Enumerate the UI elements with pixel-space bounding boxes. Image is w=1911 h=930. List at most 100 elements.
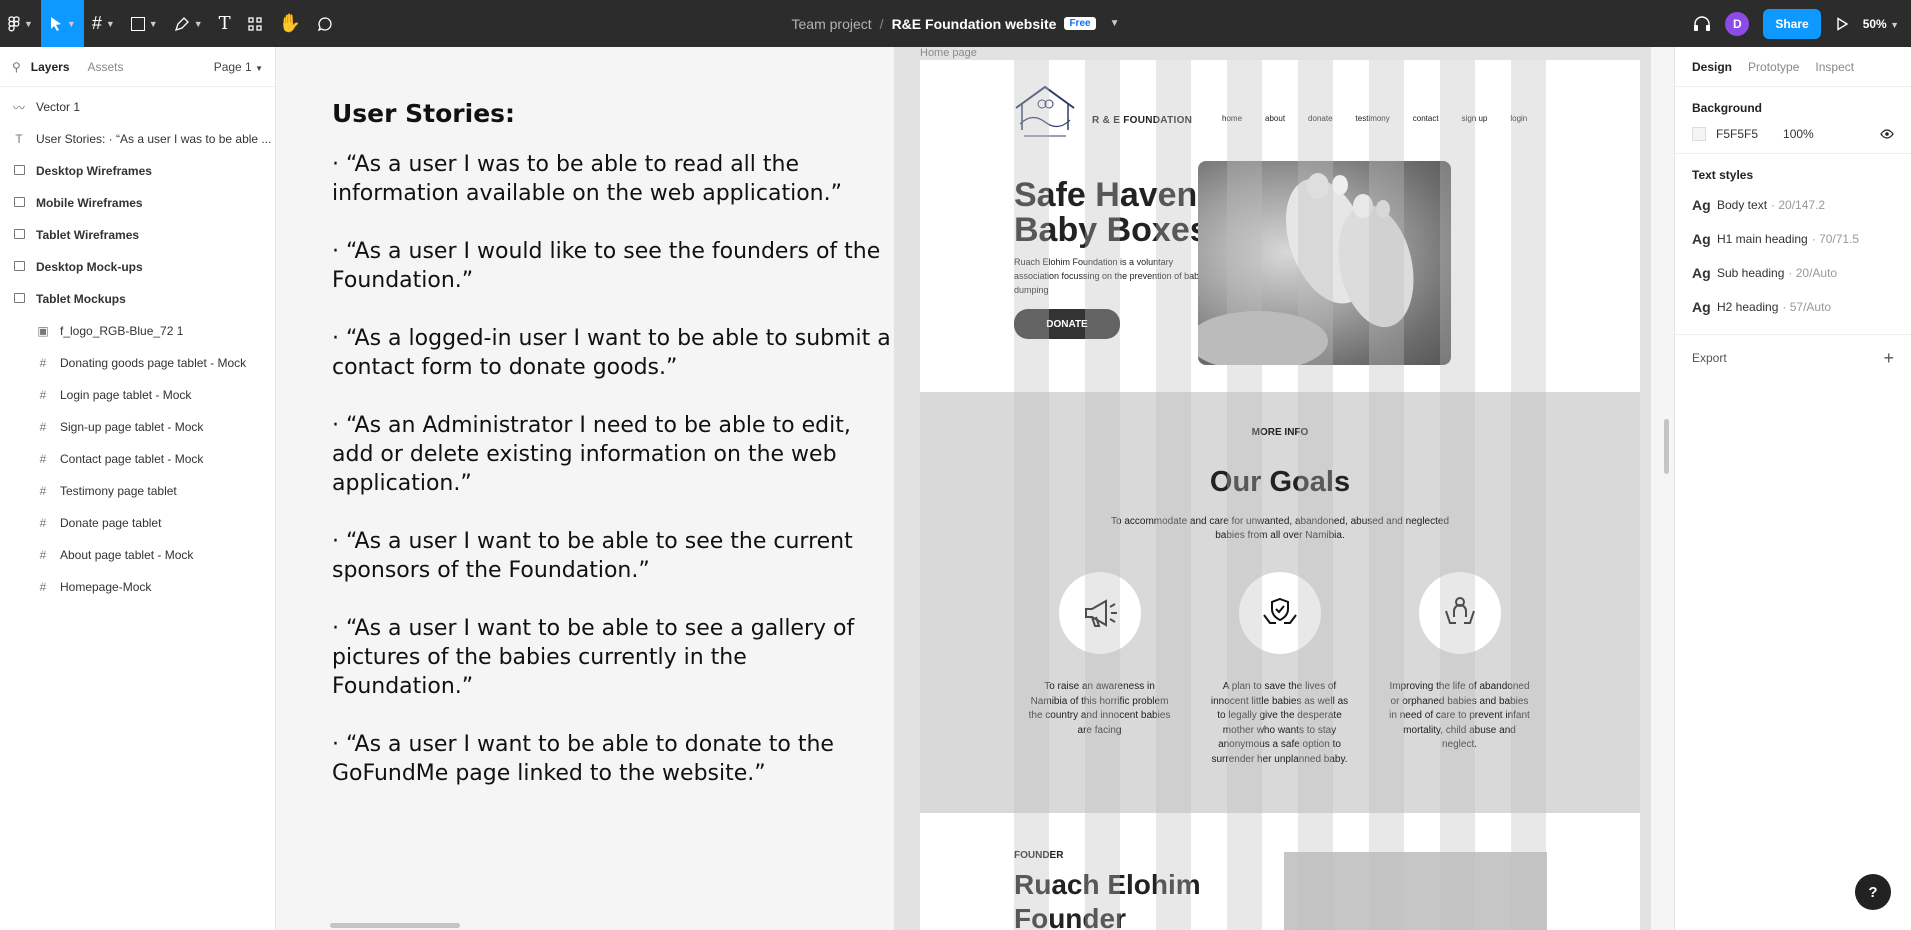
- background-hex[interactable]: F5F5F5: [1716, 127, 1758, 141]
- text-style-row[interactable]: Ag H2 heading · 57/Auto: [1692, 290, 1894, 324]
- tab-assets[interactable]: Assets: [88, 60, 124, 74]
- megaphone-icon: [1085, 599, 1117, 627]
- frame-label[interactable]: Home page: [920, 47, 977, 59]
- headphones-icon[interactable]: [1693, 15, 1711, 32]
- text-styles-heading: Text styles: [1692, 168, 1754, 182]
- user-story: · “As a logged-in user I want to be able…: [332, 326, 891, 380]
- layer-label: Mobile Wireframes: [36, 196, 143, 210]
- layer-row[interactable]: # Login page tablet - Mock: [0, 379, 275, 411]
- hand-tool-button[interactable]: ✋: [271, 0, 309, 47]
- top-toolbar: ▼ ▼ # ▼ ▼ ▼ T ✋ Team project / R&E Found…: [0, 0, 1911, 47]
- export-row[interactable]: Export +: [1675, 335, 1911, 381]
- zoom-level[interactable]: 50% ▼: [1863, 17, 1899, 31]
- canvas[interactable]: User Stories: · “As a user I was to be a…: [277, 47, 1673, 930]
- layer-label: Tablet Mockups: [36, 292, 126, 306]
- mock-nav-link: contact: [1412, 114, 1439, 123]
- resources-tool-button[interactable]: [239, 0, 271, 47]
- text-style-row[interactable]: Ag Body text · 20/147.2: [1692, 188, 1894, 222]
- horizontal-scrollbar[interactable]: [330, 923, 460, 928]
- plus-icon[interactable]: +: [1883, 348, 1894, 369]
- goal-text: To raise an awareness in Namibia of this…: [1028, 681, 1171, 736]
- eye-icon[interactable]: [1880, 129, 1894, 139]
- text-style-sample: Ag: [1692, 265, 1711, 281]
- tool-group: ▼ ▼ # ▼ ▼ ▼ T ✋: [0, 0, 341, 47]
- goals-subtitle: To accommodate and care for unwanted, ab…: [1110, 516, 1450, 541]
- pen-icon: [174, 16, 189, 31]
- chevron-down-icon: ▼: [24, 18, 33, 29]
- home-page-frame[interactable]: R & E FOUNDATION home about donate testimon…: [920, 60, 1640, 930]
- tab-layers[interactable]: Layers: [31, 60, 70, 74]
- frame-hash-icon: #: [39, 484, 47, 498]
- more-info-label: MORE INFO: [1251, 427, 1309, 438]
- text-style-meta: · 70/71.5: [1811, 232, 1860, 246]
- layer-row[interactable]: 〰 Vector 1: [0, 91, 275, 123]
- comment-tool-button[interactable]: [309, 0, 341, 47]
- project-link[interactable]: Team project: [792, 16, 872, 32]
- layer-row[interactable]: # About page tablet - Mock: [0, 539, 275, 571]
- file-name[interactable]: R&E Foundation website: [892, 16, 1057, 32]
- layer-row[interactable]: # Contact page tablet - Mock: [0, 443, 275, 475]
- text-style-row[interactable]: Ag Sub heading · 20/Auto: [1692, 256, 1894, 290]
- chevron-down-icon[interactable]: ▼: [1110, 18, 1120, 29]
- layer-row[interactable]: # Testimony page tablet: [0, 475, 275, 507]
- hero-title: Safe Haven Baby Boxes: [1014, 176, 1209, 249]
- layer-row[interactable]: Mobile Wireframes: [0, 187, 275, 219]
- avatar[interactable]: D: [1725, 11, 1750, 36]
- user-stories-text[interactable]: User Stories: · “As a user I was to be a…: [332, 99, 892, 817]
- user-stories-list: · “As a user I was to be able to read al…: [332, 150, 892, 788]
- tab-prototype[interactable]: Prototype: [1748, 60, 1799, 74]
- text-style-name: Body text: [1717, 198, 1768, 212]
- search-icon[interactable]: ⚲: [12, 60, 21, 74]
- baby-feet-illustration: [1198, 173, 1414, 365]
- chevron-down-icon: ▼: [66, 18, 76, 29]
- founder-image-placeholder: [1284, 852, 1547, 930]
- color-swatch[interactable]: [1692, 127, 1706, 141]
- chevron-down-icon: ▼: [105, 18, 115, 29]
- layers-panel: ⚲ Layers Assets Page 1 ▼ 〰 Vector 1 T User …: [0, 47, 276, 930]
- pen-tool-button[interactable]: ▼: [166, 0, 211, 47]
- frame-tool-button[interactable]: # ▼: [84, 0, 123, 47]
- vertical-scrollbar[interactable]: [1664, 419, 1669, 474]
- help-button[interactable]: ?: [1855, 874, 1891, 910]
- text-styles-list: Ag Body text · 20/147.2 Ag H1 main heading · …: [1692, 188, 1894, 324]
- tab-design[interactable]: Design: [1692, 60, 1732, 74]
- shape-tool-button[interactable]: ▼: [123, 0, 166, 47]
- layer-row[interactable]: # Sign-up page tablet - Mock: [0, 411, 275, 443]
- zoom-value: 50%: [1862, 16, 1887, 31]
- goal-icon-protection: [1239, 572, 1321, 654]
- layer-row[interactable]: # Donating goods page tablet - Mock: [0, 347, 275, 379]
- layer-row[interactable]: ▣ f_logo_RGB-Blue_72 1: [0, 315, 275, 347]
- text-tool-button[interactable]: T: [211, 0, 239, 47]
- present-play-icon[interactable]: [1835, 16, 1849, 31]
- move-tool-button[interactable]: ▼: [40, 0, 84, 47]
- mock-nav: home about donate testimony contact sign up lo…: [1222, 114, 1527, 123]
- layers-list: 〰 Vector 1 T User Stories: · “As a user I w…: [0, 91, 275, 603]
- goal-icon-care: [1419, 572, 1501, 654]
- layer-row[interactable]: Tablet Wireframes: [0, 219, 275, 251]
- layer-row[interactable]: # Homepage-Mock: [0, 571, 275, 603]
- layer-row[interactable]: Tablet Mockups: [0, 283, 275, 315]
- layer-label: Vector 1: [36, 100, 81, 114]
- page-selector[interactable]: Page 1 ▼: [214, 60, 263, 74]
- page-selector-label: Page 1: [213, 59, 252, 74]
- layer-row[interactable]: Desktop Mock-ups: [0, 251, 275, 283]
- frame-hash-icon: #: [39, 356, 47, 370]
- rectangle-icon: [130, 16, 145, 31]
- tab-inspect[interactable]: Inspect: [1815, 60, 1854, 74]
- mock-nav-link: login: [1510, 114, 1528, 123]
- hands-person-icon: [1445, 597, 1475, 624]
- toolbar-right: D Share 50% ▼: [1693, 0, 1899, 47]
- layer-row[interactable]: # Donate page tablet: [0, 507, 275, 539]
- frame-hash-icon: #: [39, 452, 47, 466]
- layer-row[interactable]: Desktop Wireframes: [0, 155, 275, 187]
- share-button[interactable]: Share: [1763, 8, 1821, 39]
- goal-text: A plan to save the lives of innocent lit…: [1210, 681, 1349, 765]
- goal-icon-awareness: [1059, 572, 1141, 654]
- text-style-row[interactable]: Ag H1 main heading · 70/71.5: [1692, 222, 1894, 256]
- layer-row[interactable]: T User Stories: · “As a user I was to be …: [0, 123, 275, 155]
- layer-label: f_logo_RGB-Blue_72 1: [60, 324, 184, 338]
- cursor-icon: [50, 16, 61, 31]
- main-menu-button[interactable]: ▼: [0, 0, 41, 47]
- background-opacity[interactable]: 100%: [1783, 127, 1814, 141]
- background-fill-row[interactable]: F5F5F5 100%: [1692, 115, 1894, 153]
